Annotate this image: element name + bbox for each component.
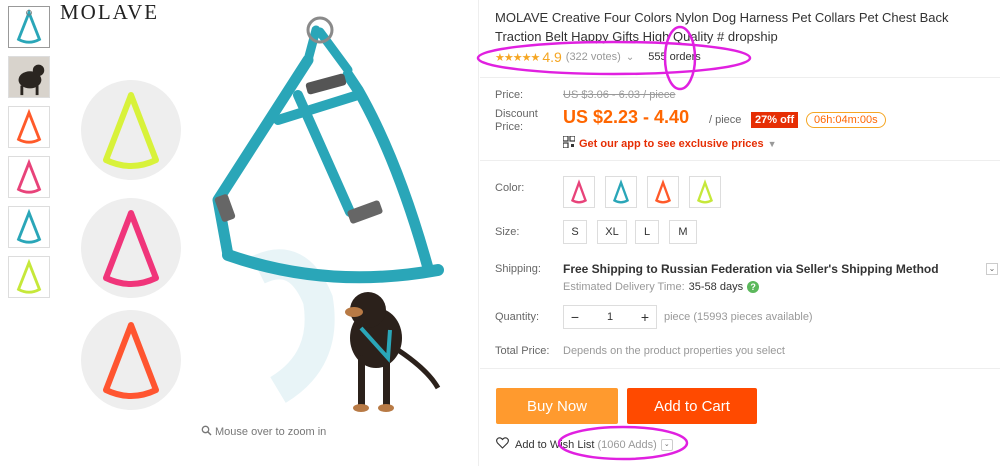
discount-badge: 27% off: [751, 112, 799, 128]
shipping-label: Shipping:: [495, 263, 541, 275]
divider: [480, 77, 1000, 78]
add-to-wish-list[interactable]: Add to Wish List (1060 Adds) ⌄: [496, 437, 673, 452]
size-option-s[interactable]: S: [563, 220, 587, 244]
caret-down-icon: ▼: [767, 138, 777, 149]
add-to-cart-button[interactable]: Add to Cart: [627, 388, 757, 424]
thumbnail-dog-photo[interactable]: [8, 56, 50, 98]
size-option-xl[interactable]: XL: [597, 220, 627, 244]
help-icon[interactable]: ?: [747, 281, 760, 293]
total-price-note: Depends on the product properties you se…: [563, 345, 785, 357]
discount-price-label: Discount Price:: [495, 108, 538, 133]
color-option-yellow[interactable]: [689, 176, 721, 208]
thumbnail-strip: [8, 6, 52, 306]
total-price-label: Total Price:: [495, 345, 550, 357]
qr-code-icon: [562, 135, 576, 151]
color-option-blue[interactable]: [605, 176, 637, 208]
thumbnail-pink-harness[interactable]: [8, 156, 50, 198]
delivery-label: Estimated Delivery Time:: [563, 281, 685, 293]
column-divider: [478, 0, 479, 466]
votes-count[interactable]: (322 votes): [566, 51, 621, 63]
delivery-days: 35-58 days: [688, 281, 744, 293]
magnifier-icon: [201, 425, 212, 439]
quantity-stepper: − 1 +: [563, 305, 657, 329]
color-option-pink[interactable]: [563, 176, 595, 208]
price-label: Price:: [495, 89, 524, 101]
original-price: US $3.06 - 6.03 / piece: [563, 89, 676, 101]
color-label: Color:: [495, 182, 525, 194]
main-product-image[interactable]: [58, 0, 478, 420]
thumbnail-blue-harness-2[interactable]: [8, 206, 50, 248]
zoom-hint-text: Mouse over to zoom in: [215, 426, 327, 438]
countdown-timer: 06h:04m:00s: [806, 112, 886, 128]
plus-icon[interactable]: +: [634, 309, 656, 325]
app-promo-link[interactable]: Get our app to see exclusive prices ▼: [562, 135, 777, 151]
delivery-estimate: Estimated Delivery Time: 35-58 days ?: [563, 281, 760, 293]
size-option-m[interactable]: M: [669, 220, 697, 244]
size-label: Size:: [495, 226, 520, 238]
thumbnail-yellow-harness[interactable]: [8, 256, 50, 298]
zoom-hint: Mouse over to zoom in: [201, 425, 326, 439]
color-option-orange[interactable]: [647, 176, 679, 208]
rating-value: 4.9: [542, 49, 562, 65]
divider: [480, 160, 1000, 161]
thumbnail-orange-harness[interactable]: [8, 106, 50, 148]
thumbnail-blue-harness[interactable]: [8, 6, 50, 48]
wish-list-count: (1060 Adds): [597, 438, 657, 451]
product-title: MOLAVE Creative Four Colors Nylon Dog Ha…: [495, 10, 949, 44]
chevron-down-icon[interactable]: ⌄: [986, 263, 998, 275]
discount-price: US $2.23 - 4.40: [563, 107, 690, 127]
buy-now-button[interactable]: Buy Now: [496, 388, 618, 424]
rating-row: ★★★★★ 4.9 (322 votes) ⌄ 555 orders: [495, 49, 701, 65]
quantity-label: Quantity:: [495, 311, 540, 323]
shipping-method[interactable]: Free Shipping to Russian Federation via …: [563, 262, 939, 276]
brand-logo: MOLAVE: [60, 0, 160, 24]
heart-icon: [496, 437, 509, 452]
chevron-down-icon[interactable]: ⌄: [626, 52, 634, 63]
quantity-available: piece (15993 pieces available): [664, 311, 813, 323]
minus-icon[interactable]: −: [564, 309, 586, 325]
orders-count: 555 orders: [648, 51, 701, 63]
chevron-down-icon[interactable]: ⌄: [660, 438, 673, 451]
app-promo-text: Get our app to see exclusive prices: [579, 137, 764, 150]
size-option-l[interactable]: L: [635, 220, 659, 244]
quantity-input[interactable]: 1: [586, 311, 634, 323]
divider: [480, 368, 1000, 369]
per-piece-unit: / piece: [709, 114, 742, 126]
wish-list-label: Add to Wish List: [515, 438, 595, 451]
star-rating-icon: ★★★★★: [495, 51, 540, 64]
